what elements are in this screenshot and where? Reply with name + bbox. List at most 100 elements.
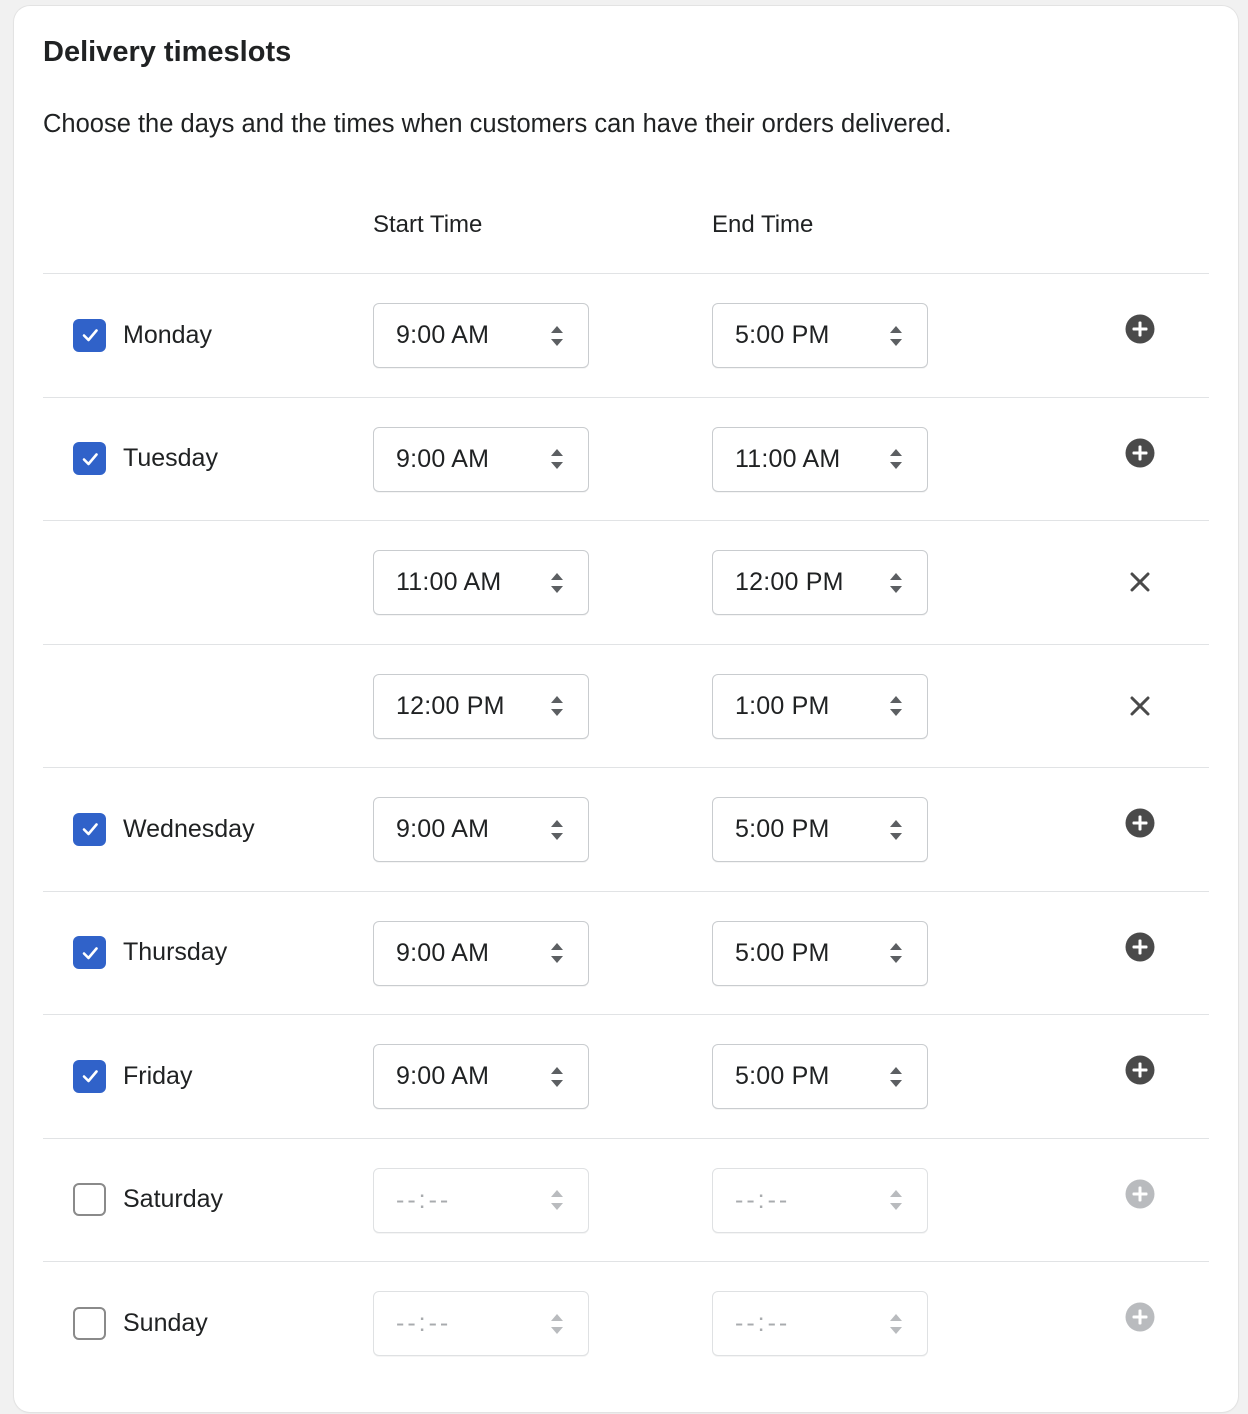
select-chevron-icon	[550, 819, 564, 841]
select-chevron-icon	[889, 1313, 903, 1335]
remove-slot-button[interactable]	[1125, 521, 1155, 644]
day-label: Sunday	[123, 1308, 208, 1337]
start-time-select[interactable]: --:--	[373, 1167, 589, 1233]
select-chevron-icon	[550, 1066, 564, 1088]
add-slot-button[interactable]	[1125, 1009, 1155, 1132]
add-icon	[1125, 808, 1155, 838]
close-icon	[1130, 572, 1150, 592]
start-time-value: 9:00 AM	[396, 321, 490, 349]
saturday-checkbox[interactable]	[73, 1183, 106, 1217]
select-chevron-icon	[550, 1189, 564, 1211]
friday-checkbox[interactable]	[73, 1059, 106, 1093]
start-time-value: 11:00 AM	[396, 568, 502, 596]
end-time-select[interactable]: 12:00 PM	[712, 550, 928, 615]
timeslot-row: 12:00 PM 1:00 PM	[43, 643, 1209, 768]
add-icon	[1125, 1179, 1155, 1209]
add-slot-button[interactable]	[1125, 762, 1155, 885]
add-slot-button[interactable]	[1125, 886, 1155, 1009]
end-time-select[interactable]: 11:00 AM	[712, 426, 928, 492]
start-time-column-header: Start Time	[373, 211, 483, 238]
end-time-select[interactable]: --:--	[712, 1167, 928, 1233]
end-time-value: 5:00 PM	[735, 1062, 830, 1090]
timeslot-row: Monday 9:00 AM 5:00 PM	[43, 273, 1209, 397]
day-label: Monday	[123, 320, 212, 349]
checkmark-icon	[82, 946, 98, 960]
wednesday-checkbox[interactable]	[73, 812, 106, 846]
end-time-select[interactable]: 1:00 PM	[712, 673, 928, 739]
add-icon	[1125, 932, 1155, 962]
delivery-timeslots-card: Delivery timeslots Choose the days and t…	[14, 6, 1238, 1412]
day-friday: Friday	[73, 1015, 192, 1138]
select-chevron-icon	[889, 1066, 903, 1088]
end-time-select[interactable]: 5:00 PM	[712, 303, 928, 368]
start-time-value: --:--	[396, 1185, 452, 1214]
thursday-checkbox[interactable]	[73, 936, 106, 970]
checkmark-icon	[82, 1070, 98, 1083]
select-chevron-icon	[550, 695, 564, 717]
card-title: Delivery timeslots	[43, 36, 292, 68]
start-time-value: 9:00 AM	[396, 444, 490, 473]
start-time-select[interactable]: 9:00 AM	[373, 920, 589, 986]
close-icon	[1130, 696, 1150, 716]
select-chevron-icon	[889, 695, 903, 717]
end-time-value: 5:00 PM	[735, 815, 830, 843]
start-time-select[interactable]: 9:00 AM	[373, 303, 589, 368]
end-time-select[interactable]: 5:00 PM	[712, 920, 928, 986]
tuesday-checkbox[interactable]	[73, 442, 106, 476]
start-time-select[interactable]: --:--	[373, 1291, 589, 1356]
checkmark-icon	[82, 329, 98, 342]
select-chevron-icon	[550, 1313, 564, 1335]
select-chevron-icon	[550, 942, 564, 964]
timeslot-row: Friday 9:00 AM 5:00 PM	[43, 1014, 1209, 1138]
select-chevron-icon	[889, 572, 903, 594]
end-time-value: --:--	[735, 1309, 791, 1337]
end-time-value: 12:00 PM	[735, 568, 844, 596]
remove-slot-button[interactable]	[1125, 645, 1155, 768]
end-time-value: 11:00 AM	[735, 444, 841, 473]
end-time-select[interactable]: 5:00 PM	[712, 1044, 928, 1109]
end-time-select[interactable]: 5:00 PM	[712, 797, 928, 862]
add-icon	[1125, 438, 1155, 468]
start-time-select[interactable]: 9:00 AM	[373, 426, 589, 492]
end-time-column-header: End Time	[712, 211, 814, 238]
start-time-select[interactable]: 12:00 PM	[373, 673, 589, 739]
select-chevron-icon	[889, 942, 903, 964]
day-tuesday: Tuesday	[73, 398, 218, 521]
start-time-select[interactable]: 9:00 AM	[373, 1044, 589, 1109]
day-monday: Monday	[73, 274, 212, 397]
select-chevron-icon	[550, 572, 564, 594]
start-time-value: 9:00 AM	[396, 815, 490, 843]
day-thursday: Thursday	[73, 892, 227, 1015]
timeslot-row: Thursday 9:00 AM 5:00 PM	[43, 890, 1209, 1015]
select-chevron-icon	[889, 448, 903, 470]
start-time-value: --:--	[396, 1309, 452, 1337]
checkmark-icon	[82, 823, 98, 836]
end-time-value: --:--	[735, 1185, 791, 1214]
start-time-select[interactable]: 9:00 AM	[373, 797, 589, 862]
add-slot-button	[1125, 1133, 1155, 1256]
day-label: Wednesday	[123, 814, 255, 843]
timeslot-row: Wednesday 9:00 AM 5:00 PM	[43, 767, 1209, 891]
day-saturday: Saturday	[73, 1139, 223, 1262]
day-wednesday: Wednesday	[73, 768, 255, 891]
day-label: Tuesday	[123, 444, 218, 473]
end-time-value: 1:00 PM	[735, 691, 830, 720]
start-time-value: 9:00 AM	[396, 1062, 490, 1090]
select-chevron-icon	[550, 325, 564, 347]
timeslot-row: Saturday --:-- --:--	[43, 1137, 1209, 1262]
timeslot-list: Monday 9:00 AM 5:00 PM Tuesday 9:00 AM 11:00 …	[43, 273, 1209, 1385]
sunday-checkbox[interactable]	[73, 1306, 106, 1340]
select-chevron-icon	[550, 448, 564, 470]
add-slot-button[interactable]	[1125, 268, 1155, 391]
select-chevron-icon	[889, 325, 903, 347]
card-description: Choose the days and the times when custo…	[43, 110, 952, 138]
end-time-select[interactable]: --:--	[712, 1291, 928, 1356]
monday-checkbox[interactable]	[73, 318, 106, 352]
timeslot-row: 11:00 AM 12:00 PM	[43, 520, 1209, 644]
add-slot-button[interactable]	[1125, 392, 1155, 515]
day-sunday: Sunday	[73, 1262, 208, 1385]
end-time-value: 5:00 PM	[735, 938, 830, 967]
start-time-select[interactable]: 11:00 AM	[373, 550, 589, 615]
day-label: Thursday	[123, 938, 228, 967]
timeslot-row: Tuesday 9:00 AM 11:00 AM	[43, 396, 1209, 521]
